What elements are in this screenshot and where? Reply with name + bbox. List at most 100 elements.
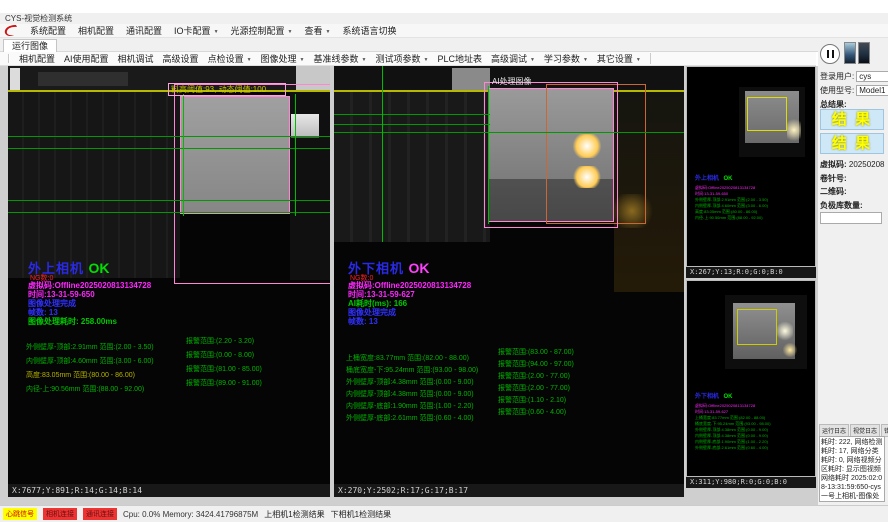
measure-line bbox=[8, 136, 330, 137]
menu-item-light-config[interactable]: 光源控制配置 bbox=[231, 24, 293, 37]
process-time-label: 图像处理耗时: 258.00ms bbox=[28, 316, 117, 327]
measure-line bbox=[295, 94, 296, 216]
alarm-range: 报警范围:(2.00 - 77.00) bbox=[498, 371, 570, 381]
virtual-code-label: 虚拟码: bbox=[820, 160, 847, 169]
thumb-yellow-frame bbox=[747, 97, 787, 131]
pause-icon bbox=[827, 50, 829, 58]
alarm-range: 报警范围:(2.20 - 3.20) bbox=[186, 336, 254, 346]
menu-item-io-config[interactable]: IO卡配置 bbox=[174, 24, 218, 37]
tool-learn-params[interactable]: 学习参数 bbox=[544, 52, 588, 65]
menu-item-comm-config[interactable]: 通讯配置 bbox=[126, 24, 162, 37]
tool-ai-use-config[interactable]: AI使用配置 bbox=[64, 52, 109, 65]
alarm-range: 报警范围:(89.00 - 91.00) bbox=[186, 378, 262, 388]
tool-image-process[interactable]: 图像处理 bbox=[261, 52, 305, 65]
tool-spot-check[interactable]: 点检设置 bbox=[208, 52, 252, 65]
machine-structure bbox=[8, 92, 180, 278]
result-display-1: 结 果 bbox=[820, 109, 884, 130]
measure-row: 高度:83.05mm 范围:(80.00 - 86.00) 报警范围:(81.0… bbox=[26, 364, 326, 378]
alarm-range: 报警范围:(94.00 - 97.00) bbox=[498, 359, 574, 369]
measure-line bbox=[382, 66, 383, 242]
menu-bar: 系统配置 相机配置 通讯配置 IO卡配置 光源控制配置 查看 系统语言切换 bbox=[0, 24, 888, 38]
winding-pin-label: 卷针号: bbox=[820, 173, 847, 184]
upper-camera-result-link[interactable]: 上相机1检测结果 bbox=[264, 509, 324, 520]
app-window: CYS-视觉检测系统 系统配置 相机配置 通讯配置 IO卡配置 光源控制配置 查… bbox=[0, 0, 888, 522]
frame-count-label: 帧数: 13 bbox=[348, 316, 378, 327]
thumb-yellow-frame bbox=[737, 309, 777, 345]
measure-line bbox=[334, 124, 490, 125]
thumb-row: 内径-上:90.56mm 范围:(88.00 - 92.00) bbox=[695, 215, 813, 221]
thumb-glow bbox=[783, 343, 797, 357]
measure-value: 外侧壁厚-底部:2.61mm 范围:(0.60 - 4.00) bbox=[346, 415, 474, 422]
alarm-range: 报警范围:(81.00 - 85.00) bbox=[186, 364, 262, 374]
login-user-field[interactable]: cys bbox=[856, 71, 888, 82]
tool-test-params[interactable]: 测试项参数 bbox=[375, 52, 428, 65]
tool-other-settings[interactable]: 其它设置 bbox=[597, 52, 641, 65]
alarm-range: 报警范围:(0.60 - 4.00) bbox=[498, 407, 566, 417]
log-output[interactable]: 耗时: 222, 网络检测耗时: 17, 网络分类耗时: 0, 网络视频分区耗时… bbox=[819, 436, 885, 502]
lower-camera-result-link[interactable]: 下相机1检测结果 bbox=[331, 509, 391, 520]
measure-row: 外侧壁厚-顶部:2.91mm 范围:(2.00 - 3.50) 报警范围:(2.… bbox=[26, 336, 326, 350]
pink-roi-frame bbox=[174, 84, 330, 284]
measure-value: 内径-上:90.56mm 范围:(88.00 - 92.00) bbox=[26, 386, 144, 393]
left-camera-view[interactable]: 料高阈值:93, 动态阈值:100 外上相机 OK NG数:0 虚拟码:Offl… bbox=[8, 66, 330, 484]
pause-button[interactable] bbox=[820, 44, 840, 64]
camera-connect-badge: 相机连接 bbox=[43, 508, 77, 520]
thumb-status: OK bbox=[723, 394, 732, 400]
thumb-top-coords: X:267;Y:13;R:0;G:0;B:0 bbox=[686, 267, 816, 278]
status-bar: 心跳信号 相机连接 通讯连接 Cpu: 0.0% Memory: 3424.41… bbox=[0, 505, 888, 522]
measure-row: 内径-上:90.56mm 范围:(88.00 - 92.00) 报警范围:(89… bbox=[26, 378, 326, 392]
model-label: 使用型号: bbox=[820, 86, 854, 95]
thumb-camera-name: 外上相机 bbox=[695, 176, 719, 182]
tool-plc-address[interactable]: PLC地址表 bbox=[437, 52, 482, 65]
menu-item-language-switch[interactable]: 系统语言切换 bbox=[342, 24, 396, 37]
thumb-view-top[interactable]: 外上相机 OK 虚拟码:Offline2025020813134728 时间:1… bbox=[686, 66, 816, 267]
measure-row: 桶底宽度-下:95.24mm 范围:(93.00 - 98.00) 报警范围:(… bbox=[346, 359, 676, 371]
window-title: CYS-视觉检测系统 bbox=[5, 14, 72, 23]
menu-item-view[interactable]: 查看 bbox=[304, 24, 330, 37]
measure-line bbox=[8, 200, 330, 201]
bright-machine-part bbox=[10, 68, 20, 90]
app-logo-icon bbox=[4, 24, 18, 37]
thumb-overlay-text: 外上相机 OK 虚拟码:Offline2025020813134728 时间:1… bbox=[695, 167, 813, 221]
tool-advanced-debug[interactable]: 高级调试 bbox=[491, 52, 535, 65]
view-select-button-1[interactable] bbox=[844, 42, 856, 64]
model-field[interactable]: Model1 bbox=[856, 85, 888, 96]
right-camera-view[interactable]: AI处理图像 外下相机 OK NG数:0 虚拟码:Offline20250208… bbox=[334, 66, 684, 484]
machine-part bbox=[38, 72, 128, 86]
menu-item-camera-config[interactable]: 相机配置 bbox=[78, 24, 114, 37]
cpu-memory-status: Cpu: 0.0% Memory: 3424.41796875M bbox=[123, 510, 258, 519]
ai-image-label: AI处理图像 bbox=[492, 76, 532, 87]
thumb-photo bbox=[739, 87, 805, 157]
alarm-range: 报警范围:(83.00 - 87.00) bbox=[498, 347, 574, 357]
menu-item-system-config[interactable]: 系统配置 bbox=[30, 24, 66, 37]
status-ok-label: OK bbox=[88, 260, 109, 276]
tool-advanced-settings[interactable]: 高级设置 bbox=[163, 52, 199, 65]
measurement-rows: 外侧壁厚-顶部:2.91mm 范围:(2.00 - 3.50) 报警范围:(2.… bbox=[26, 336, 326, 392]
tab-run-image[interactable]: 运行图像 bbox=[3, 39, 57, 52]
thumb-row: 外侧壁厚-底部:2.61mm 范围:(0.60 - 4.00) bbox=[695, 445, 813, 451]
view-select-button-2[interactable] bbox=[858, 42, 870, 64]
measure-line bbox=[8, 212, 330, 213]
threshold-overlay: 料高阈值:93, 动态阈值:100 bbox=[168, 83, 286, 96]
measure-row: 内侧壁厚-顶部:4.60mm 范围:(3.00 - 6.00) 报警范围:(0.… bbox=[26, 350, 326, 364]
thumb-view-bottom[interactable]: 外下相机 OK 虚拟码:Offline2025020813134728 时间:1… bbox=[686, 280, 816, 477]
virtual-code-value: 20250208 bbox=[849, 160, 885, 169]
tab-bar: 运行图像 bbox=[0, 38, 888, 52]
tool-camera-config[interactable]: 相机配置 bbox=[19, 52, 55, 65]
toolbar: 相机配置 AI使用配置 相机调试 高级设置 点检设置 图像处理 基准线参数 测试… bbox=[0, 52, 816, 66]
result-display-2: 结 果 bbox=[820, 133, 884, 154]
left-camera-coords: X:7677;Y:891;R:14;G:14;B:14 bbox=[8, 484, 330, 497]
negative-stock-label: 负极库数量: bbox=[820, 200, 863, 211]
right-panel: 登录用户:cys 使用型号:Model1 总结果: 结 果 结 果 虚拟码: 2… bbox=[818, 40, 888, 505]
toolbar-grip bbox=[8, 54, 10, 63]
thumb-bottom-coords: X:311;Y:980;R:0;G:0;B:0 bbox=[686, 477, 816, 488]
thumb-glow bbox=[787, 117, 801, 143]
tool-baseline-params[interactable]: 基准线参数 bbox=[314, 52, 367, 65]
pause-icon bbox=[832, 50, 834, 58]
right-camera-coords: X:270;Y:2502;R:17;G:17;B:17 bbox=[334, 484, 684, 497]
login-user-label: 登录用户: bbox=[820, 72, 854, 81]
measure-line bbox=[8, 148, 330, 149]
tool-camera-debug[interactable]: 相机调试 bbox=[118, 52, 154, 65]
negative-stock-input[interactable] bbox=[820, 212, 882, 224]
measurement-rows: 上桶宽度:83.77mm 范围:(82.00 - 88.00) 报警范围:(83… bbox=[346, 347, 676, 419]
